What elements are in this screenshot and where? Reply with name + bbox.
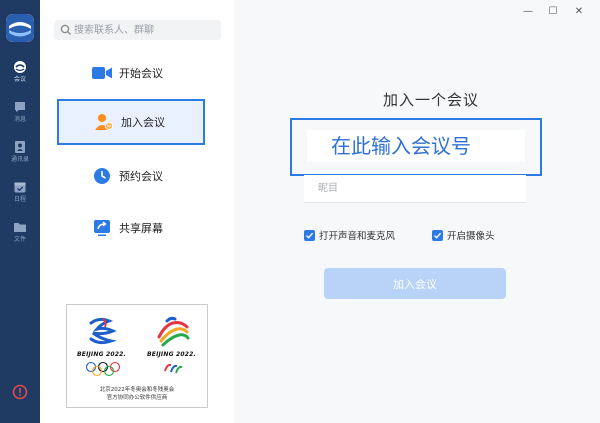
- folder-icon: [14, 223, 26, 232]
- contacts-icon: [15, 141, 25, 153]
- paralympic-emblem-icon: [157, 316, 190, 347]
- menu-item-share-screen[interactable]: 共享屏幕: [57, 206, 205, 250]
- agitos-icon: [164, 363, 183, 374]
- maximize-button[interactable]: ☐: [545, 4, 561, 20]
- rail-item-messages[interactable]: 消息: [0, 100, 40, 134]
- left-rail: 会议 消息 通讯录 日程 文件: [0, 0, 40, 423]
- sponsor-caption-line1: 北京2022年冬奥会和冬残奥会: [99, 387, 175, 393]
- rail-item-files[interactable]: 文件: [0, 220, 40, 254]
- meeting-id-input[interactable]: [307, 130, 525, 162]
- olympic-rings-icon: [85, 361, 121, 377]
- join-user-icon: [93, 111, 115, 133]
- minimize-button[interactable]: —: [520, 4, 536, 20]
- rail-item-calendar[interactable]: 日程: [0, 180, 40, 214]
- rail-label-meeting: 会议: [13, 76, 26, 83]
- sponsor-caption-line2: 官方协同办公软件供应商: [106, 395, 168, 401]
- camera-checkbox[interactable]: 开启摄像头: [432, 228, 495, 242]
- join-title: 加入一个会议: [382, 91, 479, 109]
- app-logo-icon: [6, 14, 34, 42]
- search-input[interactable]: [74, 20, 219, 40]
- close-button[interactable]: ✕: [571, 4, 587, 20]
- rail-label-messages: 消息: [13, 116, 26, 123]
- olympic-sponsor-card: BEIJING 2022. BEIJING 2022. 北京2022年冬奥会和冬…: [66, 304, 208, 408]
- share-screen-icon: [91, 217, 113, 239]
- sponsor-caption: 北京2022年冬奥会和冬残奥会 官方协同办公软件供应商: [67, 386, 207, 402]
- start-meeting-label: 开始会议: [119, 67, 163, 80]
- checkbox-checked-icon: [304, 229, 315, 241]
- chat-icon: [15, 102, 25, 112]
- app-window: 会议 消息 通讯录 日程 文件 搜索联系人、群聊 开始会议 加入会议 预约会议 …: [0, 0, 600, 423]
- join-meeting-button[interactable]: 加入会议: [324, 268, 506, 299]
- rail-item-meeting[interactable]: 会议: [0, 60, 40, 94]
- search-box: [54, 20, 221, 40]
- alert-icon[interactable]: [12, 384, 28, 400]
- name-input[interactable]: [304, 175, 526, 202]
- meeting-icon: [14, 61, 26, 73]
- rail-label-calendar: 日程: [13, 196, 26, 203]
- beijing-2022-text-right: BEIJING 2022.: [147, 351, 196, 358]
- name-field: [304, 175, 526, 203]
- rail-item-contacts[interactable]: 通讯录: [0, 140, 40, 174]
- video-camera-icon: [91, 62, 113, 84]
- beijing-2022-emblem-icon: [89, 317, 117, 345]
- rail-label-files: 文件: [13, 236, 26, 243]
- beijing-2022-text-left: BEIJING 2022.: [77, 351, 126, 358]
- calendar-icon: [14, 182, 26, 193]
- menu-item-schedule-meeting[interactable]: 预约会议: [57, 154, 205, 198]
- meeting-id-box: [290, 118, 542, 176]
- share-screen-label: 共享屏幕: [119, 222, 163, 235]
- camera-checkbox-label: 开启摄像头: [447, 231, 495, 242]
- menu-item-start-meeting[interactable]: 开始会议: [57, 51, 205, 95]
- audio-checkbox[interactable]: 打开声音和麦克风: [304, 228, 395, 242]
- clock-icon: [91, 165, 113, 187]
- menu-item-join-meeting[interactable]: 加入会议: [57, 99, 205, 145]
- audio-checkbox-label: 打开声音和麦克风: [319, 231, 396, 242]
- rail-label-contacts: 通讯录: [10, 156, 29, 163]
- schedule-meeting-label: 预约会议: [119, 170, 163, 183]
- join-meeting-panel: — ☐ ✕ 加入一个会议 打开声音和麦克风 开启摄像头 加入会议: [234, 0, 600, 423]
- checkbox-checked-icon: [432, 229, 443, 241]
- join-meeting-label: 加入会议: [121, 116, 165, 129]
- search-icon: [60, 24, 71, 35]
